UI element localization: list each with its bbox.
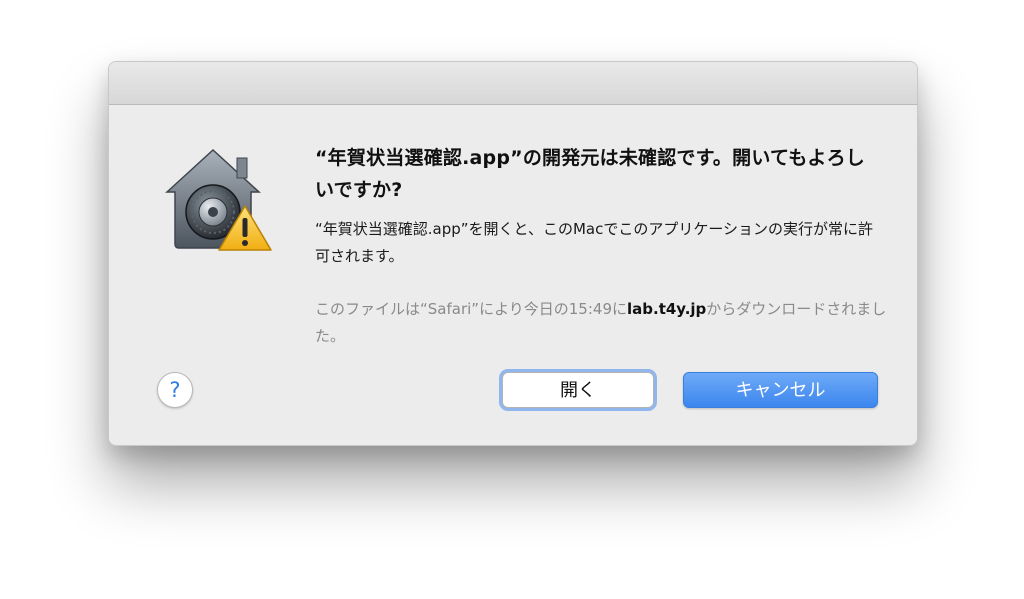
help-button[interactable]: ? bbox=[157, 372, 193, 408]
download-info-prefix: このファイルは“Safari”により今日の15:49に bbox=[315, 300, 627, 318]
dialog-titlebar bbox=[109, 62, 917, 105]
gatekeeper-vault-warning-icon bbox=[161, 144, 279, 254]
dialog-message: “年賀状当選確認.app”を開くと、このMacでこのアプリケーションの実行が常に… bbox=[315, 220, 874, 265]
download-info: このファイルは“Safari”により今日の15:49にlab.t4y.jpからダ… bbox=[315, 296, 895, 350]
security-alert-dialog: “年賀状当選確認.app”の開発元は未確認です。開いてもよろしいですか? “年賀… bbox=[108, 61, 918, 446]
open-button[interactable]: 開く bbox=[502, 372, 654, 408]
download-host: lab.t4y.jp bbox=[627, 300, 707, 318]
cancel-button[interactable]: キャンセル bbox=[683, 372, 878, 408]
dialog-heading: “年賀状当選確認.app”の開発元は未確認です。開いてもよろしいですか? bbox=[315, 147, 865, 201]
